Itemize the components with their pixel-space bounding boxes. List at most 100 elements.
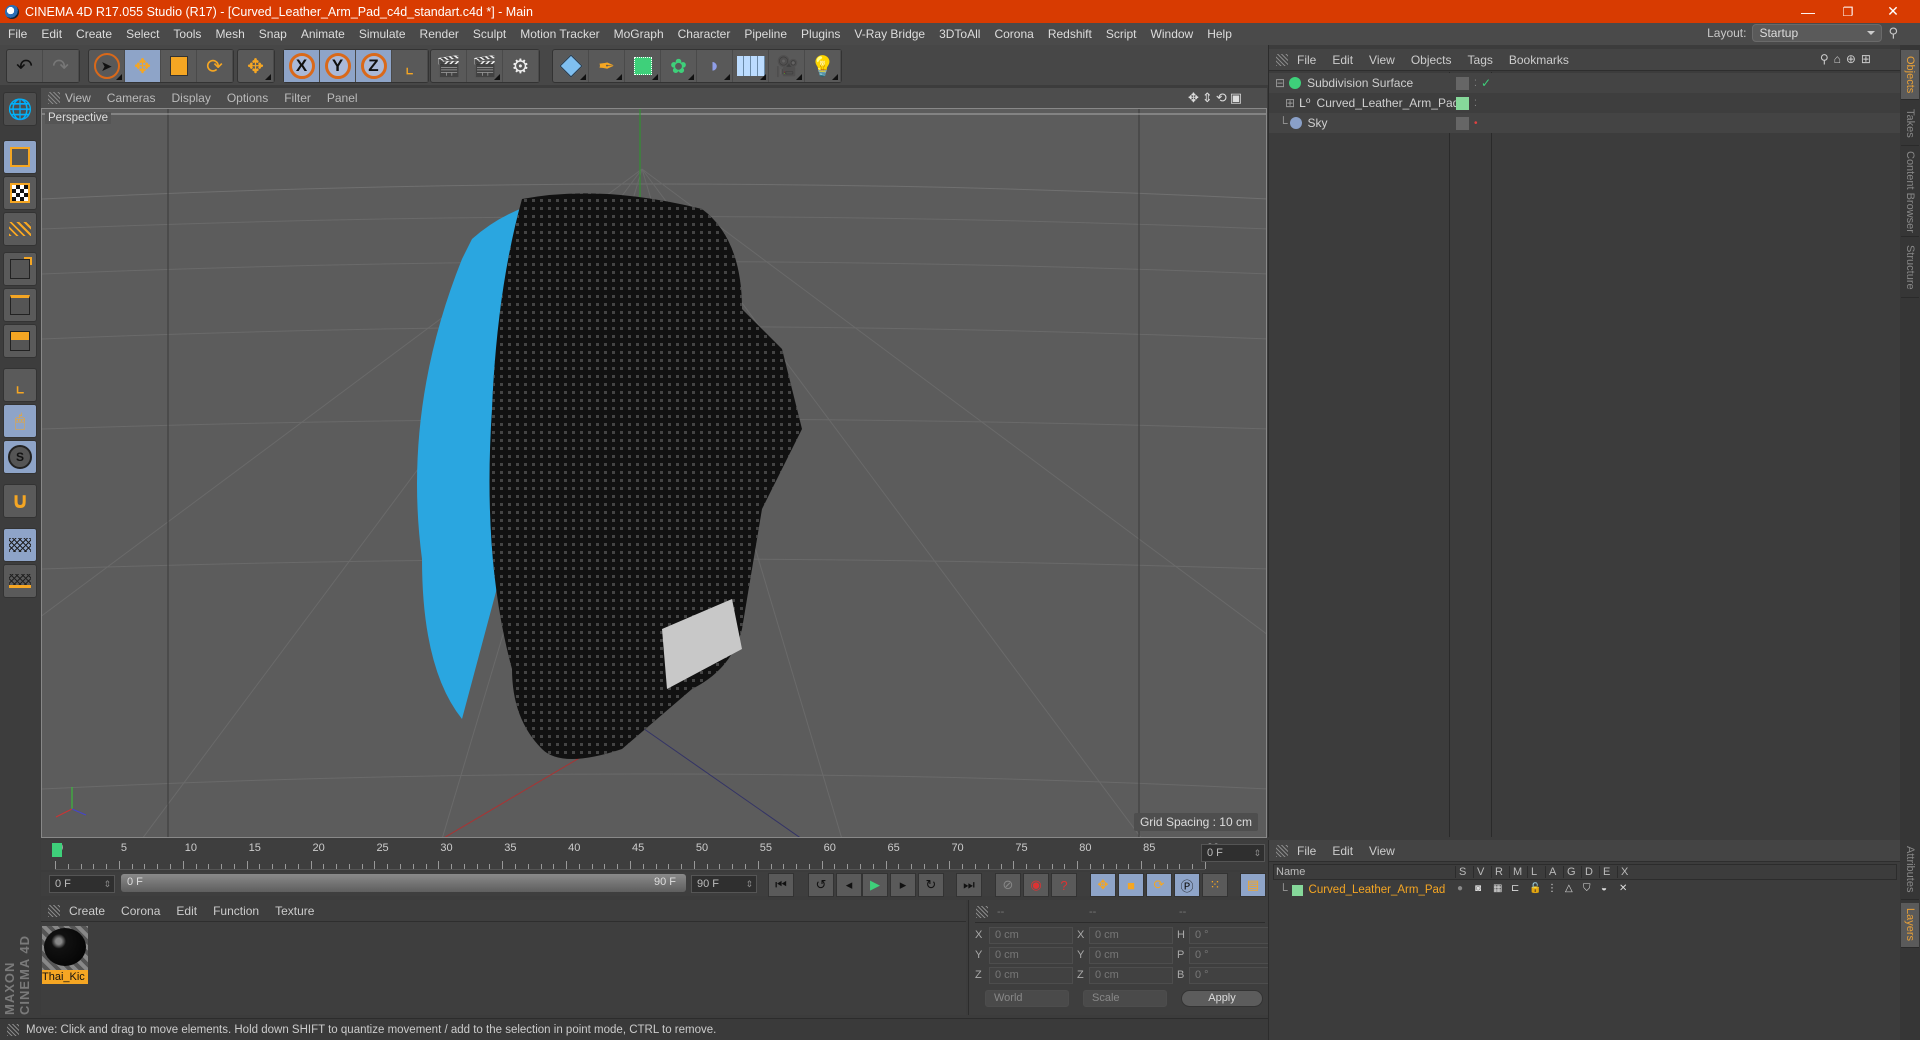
panel-grip[interactable] — [1276, 845, 1288, 857]
next-frame-button[interactable]: ▸ — [890, 873, 916, 897]
size-y-field[interactable]: 0 cm — [1089, 947, 1173, 964]
material-thumbnail[interactable]: Thai_Kic — [42, 926, 88, 984]
planar-workplane-icon[interactable] — [3, 564, 37, 598]
menu-redshift[interactable]: Redshift — [1048, 27, 1092, 41]
workplane-mode-icon[interactable] — [3, 212, 37, 246]
menu-tools[interactable]: Tools — [173, 27, 201, 41]
tab-objects[interactable]: Objects — [1901, 50, 1919, 100]
material-name[interactable]: Thai_Kic — [42, 970, 88, 984]
layer-color-tag[interactable] — [1456, 96, 1469, 110]
light-icon[interactable]: 💡 — [805, 50, 841, 82]
key-position-button[interactable]: ✥ — [1090, 873, 1116, 897]
layer-toggle-a-icon[interactable]: ⋮ — [1547, 883, 1557, 894]
menu-corona[interactable]: Corona — [994, 27, 1033, 41]
play-button[interactable]: ▶ — [862, 873, 888, 897]
coordinate-mode-dropdown[interactable]: World — [985, 990, 1069, 1007]
mm-menu-texture[interactable]: Texture — [275, 904, 314, 918]
column-v[interactable]: V — [1473, 866, 1490, 878]
visibility-dots[interactable]: ⁚ — [1474, 78, 1477, 89]
column-g[interactable]: G — [1563, 866, 1580, 878]
layer-color-swatch[interactable] — [1291, 884, 1303, 896]
restore-button[interactable]: ❐ — [1825, 0, 1871, 23]
record-keys-button[interactable]: ⊘ — [995, 873, 1021, 897]
mm-menu-corona[interactable]: Corona — [121, 904, 160, 918]
subdivision-surface-icon[interactable] — [625, 50, 661, 82]
menu-script[interactable]: Script — [1106, 27, 1137, 41]
timeline-ruler[interactable]: 051015202530354045505560657075808590 0 F — [41, 840, 1268, 870]
om-menu-objects[interactable]: Objects — [1411, 53, 1452, 67]
menu-motion-tracker[interactable]: Motion Tracker — [520, 27, 599, 41]
editor-visibility-icon[interactable] — [1456, 116, 1469, 130]
enabled-check-icon[interactable]: ✓ — [1481, 76, 1491, 90]
end-frame-field[interactable]: 90 F — [691, 875, 757, 893]
tab-layers[interactable]: Layers — [1901, 903, 1919, 948]
object-name[interactable]: Subdivision Surface — [1307, 76, 1413, 90]
menu-character[interactable]: Character — [678, 27, 731, 41]
column-s[interactable]: S — [1455, 866, 1472, 878]
menu-animate[interactable]: Animate — [301, 27, 345, 41]
bend-deformer-icon[interactable]: ◗ — [697, 50, 733, 82]
object-name[interactable]: Sky — [1308, 116, 1328, 130]
column-r[interactable]: R — [1491, 866, 1508, 878]
menu-mograph[interactable]: MoGraph — [614, 27, 664, 41]
rot-p-field[interactable]: 0 ° — [1189, 947, 1271, 964]
goto-end-button[interactable]: ⏭ — [956, 873, 982, 897]
live-selection-icon[interactable]: ➤ — [89, 50, 125, 82]
viewport-menu-cameras[interactable]: Cameras — [107, 91, 156, 105]
viewport-menu-view[interactable]: View — [65, 91, 91, 105]
panel-grip[interactable] — [48, 905, 60, 917]
menu-snap[interactable]: Snap — [259, 27, 287, 41]
viewport-menu-filter[interactable]: Filter — [284, 91, 311, 105]
goto-next-key-button[interactable]: ↻ — [918, 873, 944, 897]
panel-grip[interactable] — [7, 1024, 19, 1036]
om-menu-bookmarks[interactable]: Bookmarks — [1509, 53, 1569, 67]
timeline-window-button[interactable]: ▤ — [1240, 873, 1266, 897]
viewport-camera-label[interactable]: Perspective — [45, 112, 112, 124]
snap-magnet-icon[interactable]: ∪ — [3, 484, 37, 518]
make-editable-icon[interactable]: 🌐 — [3, 92, 37, 126]
menu-window[interactable]: Window — [1151, 27, 1194, 41]
model-mode-icon[interactable] — [3, 140, 37, 174]
tab-attributes[interactable]: Attributes — [1901, 840, 1919, 900]
render-to-picture-viewer-icon[interactable]: 🎬 — [467, 50, 503, 82]
3d-viewport[interactable]: Perspective Grid Spacing : 10 cm — [41, 108, 1267, 838]
layer-toggle-m-icon[interactable]: ⊏ — [1511, 883, 1519, 894]
collapse-icon[interactable]: ⊟ — [1275, 76, 1285, 90]
menu-select[interactable]: Select — [126, 27, 159, 41]
panel-grip[interactable] — [976, 906, 988, 918]
goto-start-button[interactable]: ⏮ — [768, 873, 794, 897]
close-button[interactable]: ✕ — [1870, 0, 1916, 23]
range-slider[interactable]: 0 F 90 F — [121, 874, 686, 892]
viewport-menu-panel[interactable]: Panel — [327, 91, 358, 105]
lm-menu-file[interactable]: File — [1297, 844, 1316, 858]
layer-toggle-v-icon[interactable]: ◙ — [1475, 883, 1481, 894]
menu-file[interactable]: File — [8, 27, 27, 41]
rot-h-field[interactable]: 0 ° — [1189, 927, 1271, 944]
apply-button[interactable]: Apply — [1181, 990, 1263, 1007]
key-rotation-button[interactable]: ⟳ — [1146, 873, 1172, 897]
keyframe-selection-button[interactable]: ? — [1051, 873, 1077, 897]
layer-row[interactable]: └ Curved_Leather_Arm_Pad ● ◙ ▦ ⊏ 🔓 ⋮ △ ⛉ ◒ ✕ — [1273, 882, 1897, 898]
layer-toggle-x-icon[interactable]: ✕ — [1619, 883, 1627, 894]
key-pla-button[interactable]: ⁙ — [1202, 873, 1228, 897]
floor-icon[interactable] — [733, 50, 769, 82]
layer-toggle-g-icon[interactable]: △ — [1565, 883, 1573, 894]
mm-menu-create[interactable]: Create — [69, 904, 105, 918]
layer-toggle-l-icon[interactable]: 🔓 — [1529, 883, 1541, 894]
size-z-field[interactable]: 0 cm — [1089, 967, 1173, 984]
texture-mode-icon[interactable] — [3, 176, 37, 210]
pos-y-field[interactable]: 0 cm — [989, 947, 1073, 964]
scale-icon[interactable] — [161, 50, 197, 82]
column-name[interactable]: Name — [1276, 866, 1305, 878]
layer-toggle-r-icon[interactable]: ▦ — [1493, 883, 1502, 894]
expand-icon[interactable]: ⊞ — [1285, 96, 1295, 110]
camera-icon[interactable]: 🎥 — [769, 50, 805, 82]
layer-toggle-d-icon[interactable]: ⛉ — [1583, 883, 1591, 894]
column-l[interactable]: L — [1527, 866, 1544, 878]
key-parameter-button[interactable]: Ⓟ — [1174, 873, 1200, 897]
menu-plugins[interactable]: Plugins — [801, 27, 840, 41]
visibility-dots[interactable]: ⁚ — [1474, 98, 1477, 109]
size-x-field[interactable]: 0 cm — [1089, 927, 1173, 944]
layer-name[interactable]: Curved_Leather_Arm_Pad — [1309, 884, 1446, 896]
axis-mode-icon[interactable]: ⌞ — [3, 368, 37, 402]
